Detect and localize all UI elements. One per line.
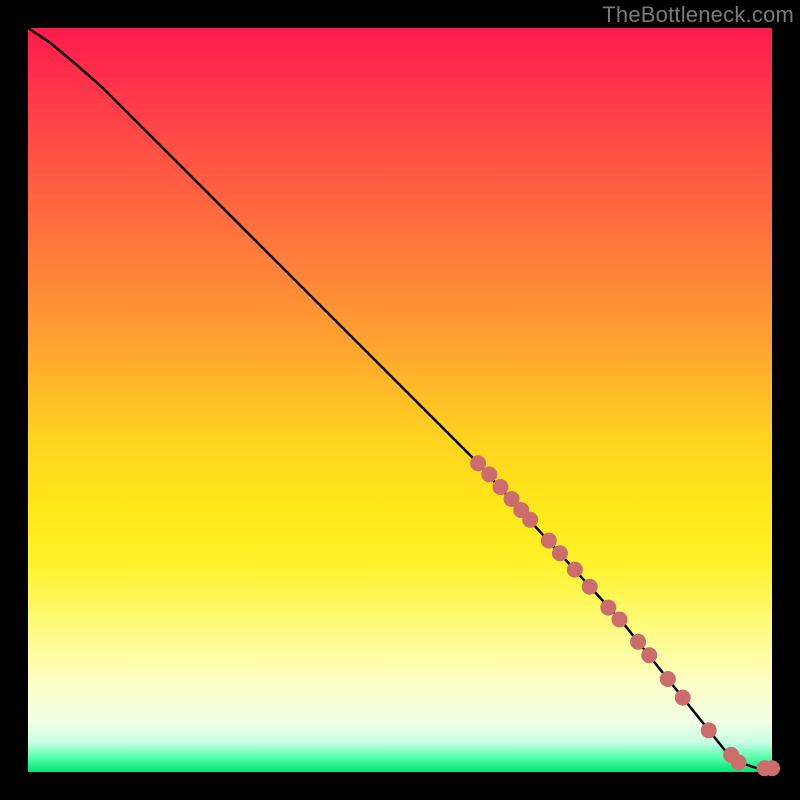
data-dot [552, 545, 568, 561]
data-dot [660, 671, 676, 687]
data-dot [641, 647, 657, 663]
curve-line [28, 28, 772, 768]
data-dot [522, 512, 538, 528]
data-dot [492, 479, 508, 495]
chart-frame: TheBottleneck.com [0, 0, 800, 800]
data-dot [481, 466, 497, 482]
data-dot [731, 754, 747, 770]
data-dot [600, 600, 616, 616]
data-dot [541, 533, 557, 549]
data-dot [582, 579, 598, 595]
data-dot [675, 690, 691, 706]
data-dot [611, 611, 627, 627]
data-dot [764, 760, 780, 776]
data-dot [630, 634, 646, 650]
watermark-text: TheBottleneck.com [602, 2, 794, 28]
plot-area [28, 28, 772, 772]
data-dot [567, 562, 583, 578]
chart-svg [28, 28, 772, 772]
data-dot [701, 722, 717, 738]
